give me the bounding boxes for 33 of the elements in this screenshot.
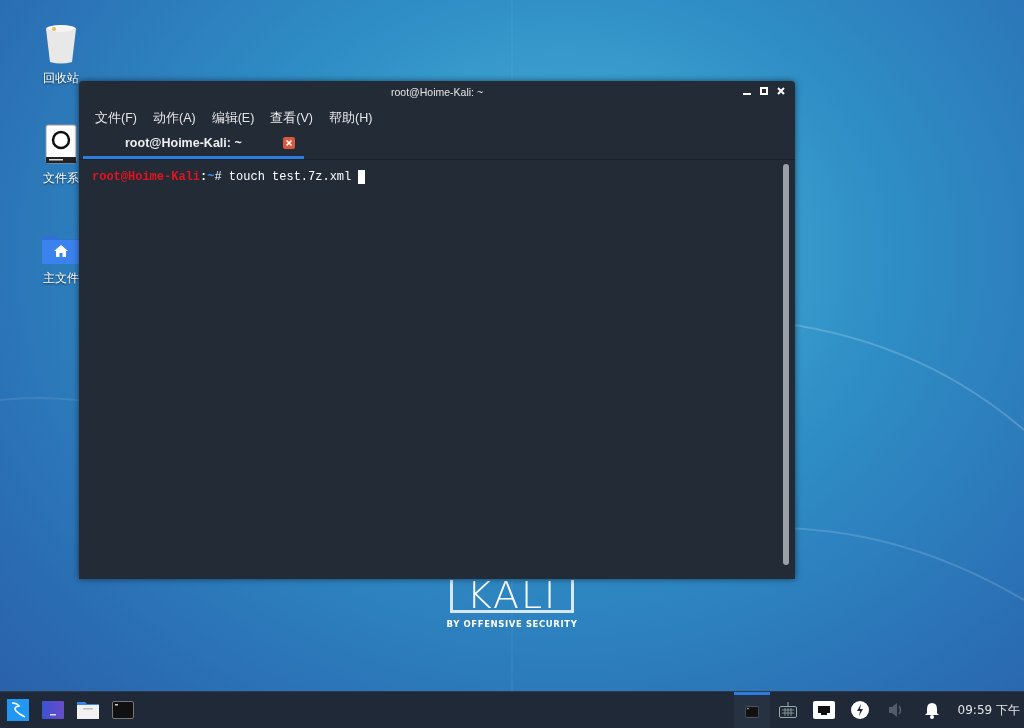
- drive-icon: [45, 124, 77, 164]
- show-desktop-icon[interactable]: [41, 701, 64, 719]
- terminal-text: ~: [207, 170, 215, 184]
- scrollbar[interactable]: [783, 164, 789, 565]
- desktop-icon-label[interactable]: 主文件: [43, 270, 79, 287]
- keyboard-icon[interactable]: [778, 702, 797, 718]
- network-icon[interactable]: [812, 701, 835, 719]
- kali-menu-icon[interactable]: [6, 699, 29, 721]
- terminal-icon[interactable]: [111, 701, 134, 719]
- menu-item[interactable]: 文件(F): [87, 109, 145, 127]
- menu-item[interactable]: 编辑(E): [203, 109, 263, 127]
- terminal-text: # touch test.7z.xml: [214, 170, 352, 184]
- wallpaper-tagline: BY OFFENSIVE SECURITY: [446, 619, 578, 629]
- trash-icon: [44, 24, 78, 64]
- clock[interactable]: 09:59 下午: [949, 701, 1024, 719]
- lightning-icon[interactable]: [850, 701, 869, 719]
- terminal-icon: [744, 705, 759, 718]
- terminal-text: :: [200, 170, 208, 184]
- window-title: root@Hoime-Kali: ~: [390, 86, 484, 98]
- menu-item[interactable]: 帮助(H): [321, 109, 381, 127]
- close-icon[interactable]: [777, 87, 785, 95]
- terminal-tab[interactable]: root@Hoime-Kali: ~: [83, 129, 304, 159]
- terminal-text: root@Hoime-Kali: [92, 170, 201, 184]
- maximize-icon[interactable]: [760, 87, 768, 95]
- close-tab-icon[interactable]: [283, 136, 295, 149]
- desktop-icon-label[interactable]: 文件系: [43, 170, 79, 187]
- desktop-icon-label[interactable]: 回收站: [43, 70, 79, 87]
- folder-icon[interactable]: [76, 701, 99, 719]
- menu-item[interactable]: 动作(A): [144, 109, 204, 127]
- bell-icon[interactable]: [923, 701, 940, 719]
- taskbar-task[interactable]: [733, 692, 770, 728]
- home-folder-icon: [42, 234, 80, 264]
- menu-item[interactable]: 查看(V): [262, 109, 321, 127]
